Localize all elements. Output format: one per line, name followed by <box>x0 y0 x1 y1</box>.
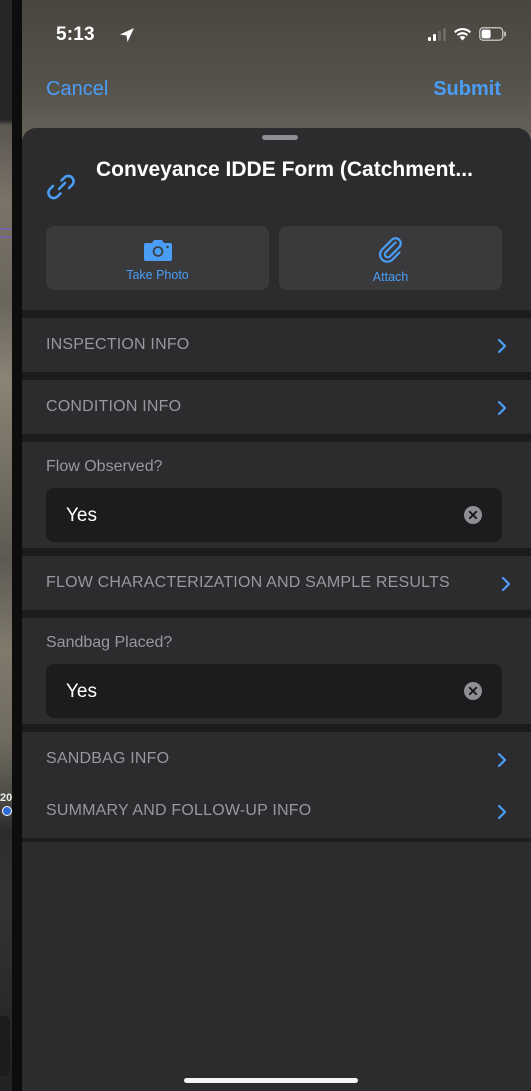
status-time: 5:13 <box>56 24 95 45</box>
wifi-icon <box>454 27 471 41</box>
chevron-right-icon <box>497 400 507 416</box>
form-sheet: Conveyance IDDE Form (Catchment... Take … <box>22 128 531 1091</box>
attach-label: Attach <box>372 269 409 284</box>
section-divider <box>22 610 531 618</box>
sheet-grabber[interactable] <box>262 135 298 140</box>
take-photo-button[interactable]: Take Photo <box>46 226 269 290</box>
flow-observed-input[interactable]: Yes <box>46 488 502 542</box>
attach-button[interactable]: Attach <box>279 226 502 290</box>
clear-icon[interactable] <box>464 682 482 700</box>
flow-observed-field: Flow Observed? Yes <box>22 442 531 548</box>
section-inspection-info[interactable]: INSPECTION INFO <box>22 318 531 372</box>
cancel-button[interactable]: Cancel <box>46 78 108 101</box>
form-title: Conveyance IDDE Form (Catchment... <box>96 158 473 181</box>
section-divider <box>22 372 531 380</box>
chevron-right-icon <box>501 576 511 592</box>
home-indicator[interactable] <box>184 1078 358 1083</box>
sandbag-placed-input[interactable]: Yes <box>46 664 502 718</box>
section-label: FLOW CHARACTERIZATION AND SAMPLE RESULTS <box>46 574 450 591</box>
attachment-actions: Take Photo Attach <box>46 226 502 290</box>
paperclip-icon <box>378 236 402 263</box>
form-header: Conveyance IDDE Form (Catchment... <box>44 154 514 204</box>
section-label: SUMMARY AND FOLLOW-UP INFO <box>46 802 312 819</box>
field-value: Yes <box>66 681 97 702</box>
section-divider <box>22 548 531 556</box>
phone-screen: 5:13 Cancel Submit Conveyance IDDE Form … <box>22 0 531 1091</box>
chevron-right-icon <box>497 338 507 354</box>
field-label: Flow Observed? <box>46 458 163 475</box>
section-sandbag-info[interactable]: SANDBAG INFO <box>22 732 531 786</box>
nav-bar: Cancel Submit <box>22 76 531 110</box>
battery-icon <box>479 27 506 41</box>
section-divider <box>22 838 531 842</box>
status-indicators <box>428 27 507 41</box>
section-label: INSPECTION INFO <box>46 336 190 353</box>
link-icon <box>47 174 75 200</box>
map-location-dot <box>2 806 12 816</box>
section-flow-characterization[interactable]: FLOW CHARACTERIZATION AND SAMPLE RESULTS <box>22 556 531 610</box>
section-divider <box>22 724 531 732</box>
signal-icon <box>428 27 446 41</box>
status-bar: 5:13 <box>22 0 531 70</box>
chevron-right-icon <box>497 752 507 768</box>
location-arrow-icon <box>120 28 134 42</box>
map-road-line <box>0 236 12 238</box>
section-summary-followup[interactable]: SUMMARY AND FOLLOW-UP INFO <box>22 784 531 844</box>
background-map: 20 <box>0 0 12 1091</box>
submit-button[interactable]: Submit <box>433 78 501 101</box>
section-label: SANDBAG INFO <box>46 750 170 767</box>
section-divider <box>22 434 531 442</box>
sandbag-placed-field: Sandbag Placed? Yes <box>22 618 531 724</box>
take-photo-label: Take Photo <box>126 267 189 282</box>
map-panel-edge <box>0 1016 10 1076</box>
field-value: Yes <box>66 505 97 526</box>
map-label: 20 <box>0 792 13 804</box>
clear-icon[interactable] <box>464 506 482 524</box>
section-condition-info[interactable]: CONDITION INFO <box>22 380 531 434</box>
field-label: Sandbag Placed? <box>46 634 173 651</box>
section-divider <box>22 310 531 318</box>
camera-icon <box>143 239 172 261</box>
chevron-right-icon <box>497 804 507 820</box>
section-label: CONDITION INFO <box>46 398 182 415</box>
map-road-line <box>0 228 12 230</box>
